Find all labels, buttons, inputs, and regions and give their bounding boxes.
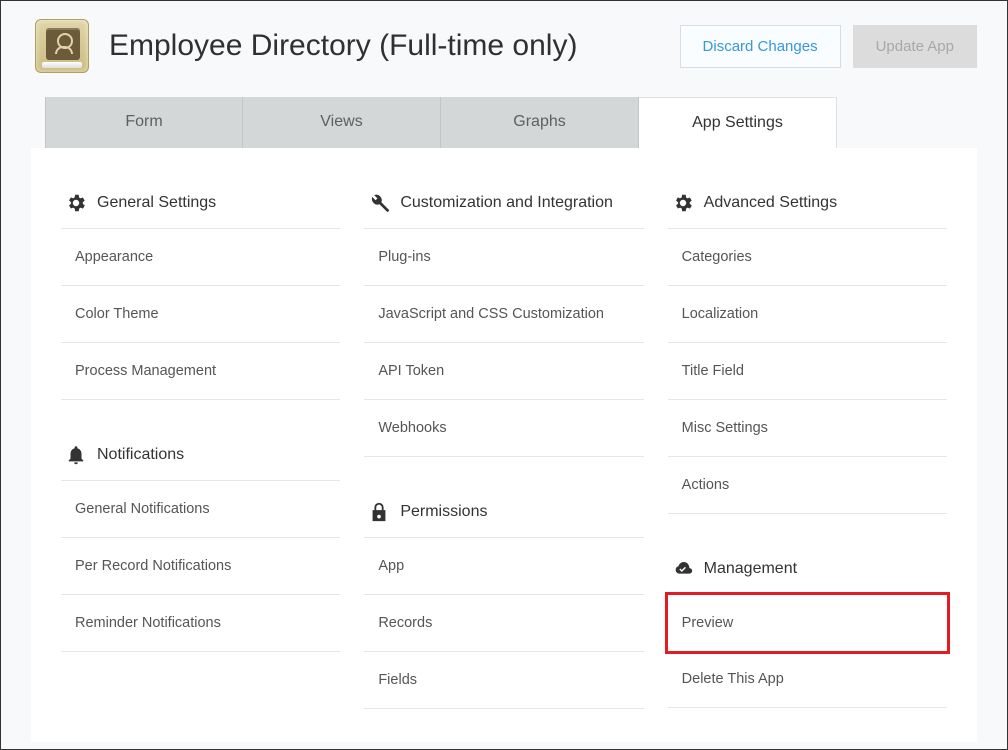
section-label: Management — [704, 560, 797, 578]
tab-graphs[interactable]: Graphs — [441, 97, 639, 148]
update-app-button: Update App — [853, 25, 977, 68]
item-actions[interactable]: Actions — [668, 457, 947, 514]
item-preview[interactable]: Preview — [665, 592, 950, 654]
section-management: Management — [668, 558, 947, 595]
item-webhooks[interactable]: Webhooks — [364, 400, 643, 457]
tab-views[interactable]: Views — [243, 97, 441, 148]
tabs-bar: Form Views Graphs App Settings — [45, 97, 1007, 148]
item-reminder-notifications[interactable]: Reminder Notifications — [61, 595, 340, 652]
section-label: Notifications — [97, 446, 184, 464]
cloud-check-icon — [672, 558, 694, 580]
section-notifications: Notifications — [61, 444, 340, 481]
section-permissions: Permissions — [364, 501, 643, 538]
item-js-css[interactable]: JavaScript and CSS Customization — [364, 286, 643, 343]
wrench-icon — [368, 192, 390, 214]
item-title-field[interactable]: Title Field — [668, 343, 947, 400]
section-label: General Settings — [97, 194, 216, 212]
item-appearance[interactable]: Appearance — [61, 229, 340, 286]
item-permissions-records[interactable]: Records — [364, 595, 643, 652]
settings-panel: General Settings Appearance Color Theme … — [31, 148, 977, 742]
section-advanced: Advanced Settings — [668, 192, 947, 229]
item-delete-app[interactable]: Delete This App — [668, 651, 947, 708]
item-general-notifications[interactable]: General Notifications — [61, 481, 340, 538]
item-permissions-fields[interactable]: Fields — [364, 652, 643, 709]
item-api-token[interactable]: API Token — [364, 343, 643, 400]
item-permissions-app[interactable]: App — [364, 538, 643, 595]
section-label: Advanced Settings — [704, 194, 837, 212]
bell-icon — [65, 444, 87, 466]
gear-icon — [65, 192, 87, 214]
item-color-theme[interactable]: Color Theme — [61, 286, 340, 343]
item-localization[interactable]: Localization — [668, 286, 947, 343]
section-general-settings: General Settings — [61, 192, 340, 229]
tab-form[interactable]: Form — [45, 97, 243, 148]
section-customization: Customization and Integration — [364, 192, 643, 229]
gear-advanced-icon — [672, 192, 694, 214]
section-label: Permissions — [400, 503, 487, 521]
tab-app-settings[interactable]: App Settings — [639, 97, 837, 148]
item-process-management[interactable]: Process Management — [61, 343, 340, 400]
item-plugins[interactable]: Plug-ins — [364, 229, 643, 286]
app-icon — [35, 19, 89, 73]
lock-icon — [368, 501, 390, 523]
section-label: Customization and Integration — [400, 194, 613, 212]
item-categories[interactable]: Categories — [668, 229, 947, 286]
page-title: Employee Directory (Full-time only) — [109, 29, 680, 63]
discard-changes-button[interactable]: Discard Changes — [680, 25, 841, 68]
item-per-record-notifications[interactable]: Per Record Notifications — [61, 538, 340, 595]
item-misc-settings[interactable]: Misc Settings — [668, 400, 947, 457]
